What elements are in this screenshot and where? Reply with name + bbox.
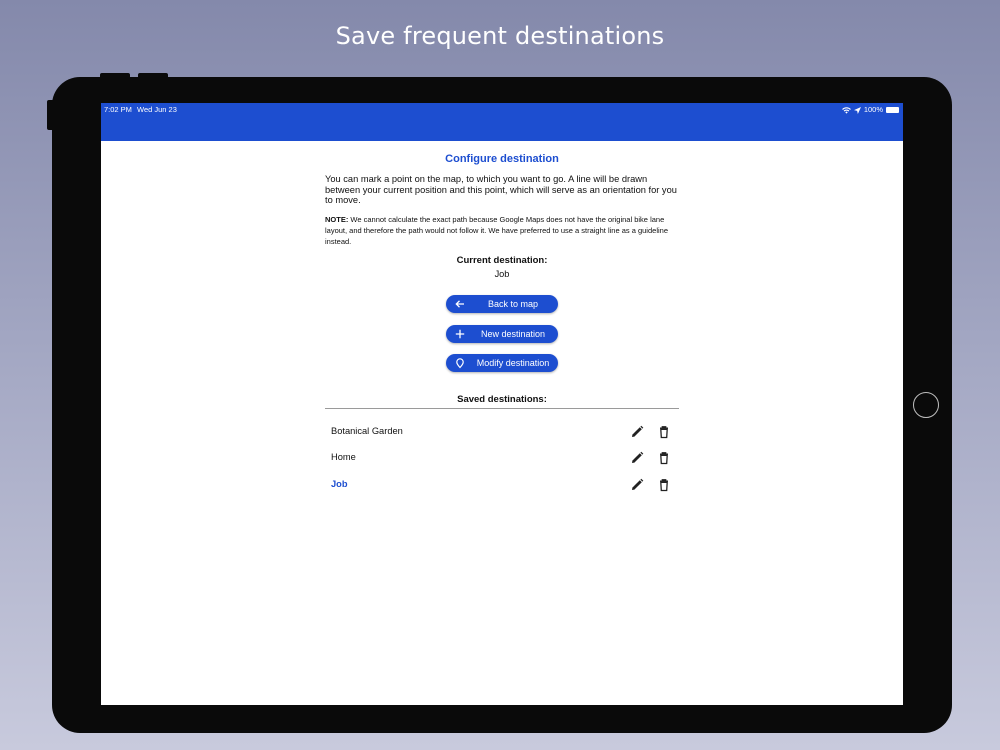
divider (325, 408, 679, 409)
pencil-icon[interactable] (629, 424, 645, 440)
trash-icon[interactable] (656, 477, 672, 493)
status-date: Wed Jun 23 (137, 105, 177, 114)
location-arrow-icon (853, 106, 861, 114)
note-text: NOTE: We cannot calculate the exact path… (325, 215, 679, 247)
destination-name[interactable]: Home (331, 452, 356, 462)
plus-icon (455, 329, 465, 339)
status-right: 100% (841, 103, 899, 117)
status-bar: 7:02 PM Wed Jun 23 100% (101, 103, 903, 117)
promo-caption: Save frequent destinations (335, 22, 665, 50)
destination-name-active[interactable]: Job (331, 479, 348, 489)
battery-icon (886, 107, 899, 113)
note-body: We cannot calculate the exact path becau… (325, 215, 668, 246)
home-button[interactable] (913, 392, 939, 418)
app-screen: 7:02 PM Wed Jun 23 100% Configure destin… (101, 103, 903, 705)
note-label: NOTE: (325, 215, 349, 224)
destination-name[interactable]: Botanical Garden (331, 426, 403, 436)
wifi-icon (841, 106, 851, 114)
new-destination-button[interactable]: New destination (446, 325, 558, 343)
current-destination-value: Job (494, 269, 510, 279)
trash-icon[interactable] (656, 424, 672, 440)
intro-text: You can mark a point on the map, to whic… (325, 174, 677, 205)
trash-icon[interactable] (656, 450, 672, 466)
map-pin-icon (456, 358, 464, 369)
modify-destination-button[interactable]: Modify destination (446, 354, 558, 372)
status-time: 7:02 PM (104, 105, 132, 114)
list-item[interactable]: Job (325, 475, 679, 495)
list-item[interactable]: Botanical Garden (325, 422, 679, 442)
pencil-icon[interactable] (629, 450, 645, 466)
page-title: Configure destination (445, 153, 559, 165)
back-to-map-button[interactable]: Back to map (446, 295, 558, 313)
pencil-icon[interactable] (629, 477, 645, 493)
back-to-map-label: Back to map (487, 299, 539, 309)
list-item[interactable]: Home (325, 448, 679, 468)
current-destination-label: Current destination: (456, 255, 548, 266)
saved-destinations-label: Saved destinations: (457, 394, 547, 405)
app-bar: 7:02 PM Wed Jun 23 100% (101, 103, 903, 141)
arrow-left-icon (455, 300, 464, 308)
new-destination-label: New destination (480, 329, 546, 339)
battery-percent: 100% (863, 105, 883, 114)
modify-destination-label: Modify destination (476, 358, 550, 368)
